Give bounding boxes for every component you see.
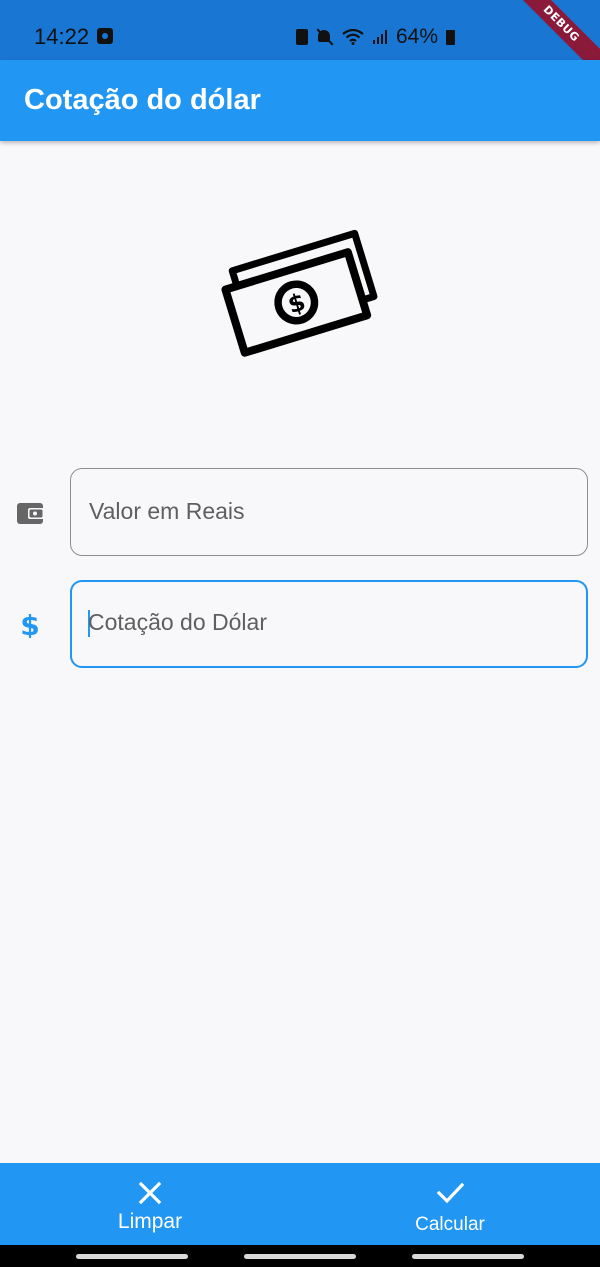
bottom-action-bar: Limpar Calcular xyxy=(0,1163,600,1245)
close-icon xyxy=(138,1181,162,1205)
mute-icon xyxy=(316,28,334,46)
page-title: Cotação do dólar xyxy=(24,84,261,116)
status-bar: 14:22 64% xyxy=(0,0,600,60)
clear-button[interactable]: Limpar xyxy=(70,1163,230,1245)
battery-icon xyxy=(446,29,456,45)
dollar-field-row: $ Cotação do Dólar xyxy=(0,580,600,668)
notification-icon xyxy=(97,28,113,44)
clear-button-label: Limpar xyxy=(117,1210,183,1233)
reais-field-row: Valor em Reais xyxy=(0,468,600,556)
svg-text:$: $ xyxy=(20,610,39,638)
dollar-input-placeholder: Cotação do Dólar xyxy=(88,609,267,635)
battery-percent: 64% xyxy=(396,25,439,48)
lock-icon xyxy=(296,29,308,45)
wallet-icon xyxy=(17,503,44,524)
reais-input-placeholder: Valor em Reais xyxy=(89,498,245,524)
wifi-icon xyxy=(342,29,364,45)
nav-back-button[interactable] xyxy=(412,1254,524,1259)
dollar-input[interactable]: Cotação do Dólar xyxy=(70,580,588,668)
system-navigation-bar xyxy=(0,1245,600,1267)
money-bill-icon: $ xyxy=(221,229,378,357)
app-bar: Cotação do dólar xyxy=(0,60,600,141)
check-icon xyxy=(436,1182,464,1204)
calculate-button-label: Calcular xyxy=(415,1214,485,1235)
status-time: 14:22 xyxy=(34,24,90,49)
reais-input[interactable]: Valor em Reais xyxy=(70,468,588,556)
calculate-button[interactable]: Calcular xyxy=(370,1163,530,1245)
nav-home-button[interactable] xyxy=(244,1254,356,1259)
status-icons: 64% xyxy=(296,25,456,48)
dollar-icon: $ xyxy=(20,610,39,638)
signal-icon xyxy=(373,30,387,44)
nav-recents-button[interactable] xyxy=(76,1254,188,1259)
